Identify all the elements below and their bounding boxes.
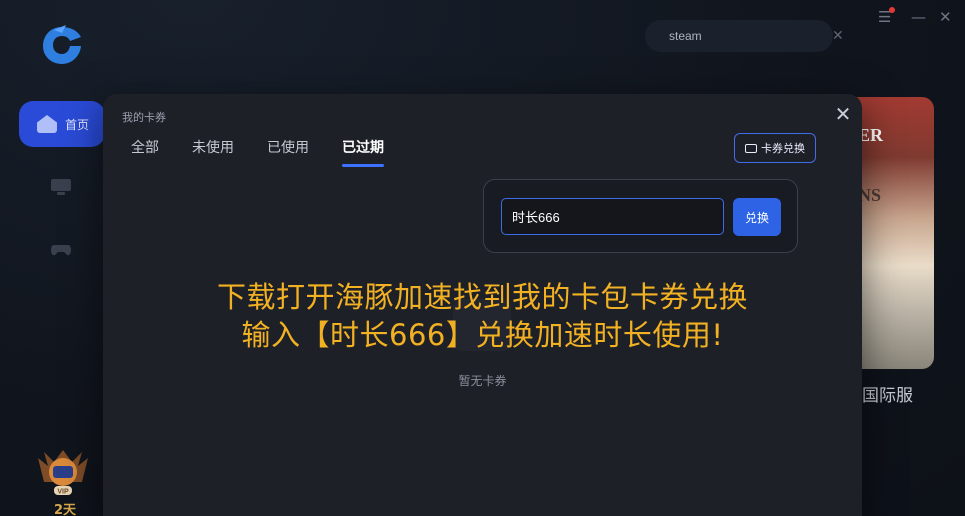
exchange-button[interactable]: 兑换 [733, 198, 781, 236]
modal-close-icon[interactable]: ✕ [832, 103, 854, 125]
monitor-icon[interactable] [50, 178, 72, 196]
sidebar-item-home-label: 首页 [65, 117, 90, 132]
clear-search-icon[interactable]: ✕ [832, 28, 844, 44]
search-bar[interactable]: ✕ [645, 20, 844, 52]
coupon-icon [745, 143, 757, 153]
home-icon [37, 115, 57, 133]
coupon-code-input[interactable] [501, 198, 724, 235]
notification-dot [889, 7, 895, 13]
minimize-icon[interactable]: — [911, 8, 926, 26]
vip-days-text: 2天 [54, 503, 77, 516]
modal-title: 我的卡券 [122, 111, 166, 124]
svg-text:VIP: VIP [57, 489, 69, 496]
tab-unused[interactable]: 未使用 [192, 137, 234, 167]
coupon-modal: 我的卡券 ✕ 全部 未使用 已使用 已过期 卡券兑换 兑换 下载打开海豚加速找到… [103, 94, 862, 516]
gamepad-icon[interactable] [50, 241, 72, 259]
search-input[interactable] [669, 29, 824, 43]
tab-all[interactable]: 全部 [131, 137, 159, 167]
empty-state-text: 暂无卡券 [458, 374, 507, 388]
game-card-title[interactable]: 国际服 [862, 381, 913, 406]
redeem-coupon-label: 卡券兑换 [761, 143, 805, 155]
close-window-icon[interactable]: ✕ [939, 8, 952, 26]
coupon-tabs: 全部 未使用 已使用 已过期 [131, 137, 417, 167]
sidebar-item-home[interactable]: 首页 [19, 101, 105, 147]
redeem-popover: 兑换 [483, 179, 798, 253]
dolphin-logo-icon [43, 25, 81, 64]
promo-text-line-1: 下载打开海豚加速找到我的卡包卡券兑换 [216, 280, 748, 314]
tab-expired[interactable]: 已过期 [342, 137, 384, 167]
promo-text-line-2: 输入【时长666】兑换加速时长使用! [241, 318, 724, 352]
tab-used[interactable]: 已使用 [267, 137, 309, 167]
game-card-image[interactable]: ER NS [852, 97, 934, 369]
vip-badge-icon[interactable]: VIP [32, 448, 94, 500]
redeem-coupon-button[interactable]: 卡券兑换 [734, 133, 816, 163]
